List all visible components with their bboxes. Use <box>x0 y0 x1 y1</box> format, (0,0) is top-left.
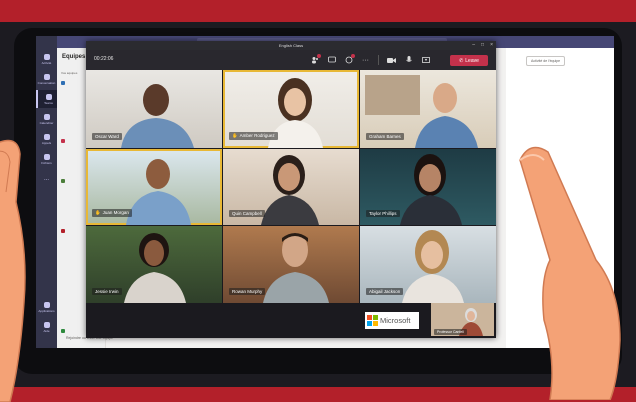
video-tile-speaking[interactable]: ✋ Amber Rodriguez <box>223 70 359 148</box>
participant-name-tag: Jessie Irwin <box>92 288 122 295</box>
rail-item-teams[interactable]: Teams <box>36 90 59 108</box>
maximize-icon[interactable]: □ <box>481 41 484 50</box>
participant-name-tag: Oscar Ward <box>92 133 122 140</box>
close-icon[interactable]: × <box>490 41 493 50</box>
video-grid: Oscar Ward ✋ Amber Rodriguez Graham Barne… <box>86 70 496 303</box>
background-red-band <box>0 0 636 22</box>
phone-icon: ✆ <box>459 57 464 64</box>
minimize-icon[interactable]: – <box>472 41 475 50</box>
raised-hand-icon: ✋ <box>95 210 101 215</box>
calendar-icon <box>43 113 50 120</box>
rail-item-activity[interactable]: Activité <box>36 50 57 68</box>
participant-name-tag: Rowan Murphy <box>229 288 266 295</box>
meeting-title: English Class <box>278 43 304 48</box>
mic-icon[interactable] <box>404 56 413 65</box>
video-tile[interactable]: Oscar Ward <box>86 70 222 148</box>
microsoft-logo: Microsoft <box>365 312 419 329</box>
camera-icon[interactable] <box>387 56 396 65</box>
right-hand-illustration <box>519 146 621 400</box>
video-tile[interactable]: Jessie Irwin <box>86 226 222 303</box>
rail-item-chat[interactable]: Conversation <box>36 70 57 88</box>
video-tile[interactable]: Rowan Murphy <box>223 226 359 303</box>
notification-badge <box>317 53 321 58</box>
video-tile[interactable]: Abigail Jackson <box>360 226 496 303</box>
video-tile-speaking[interactable]: ✋ Juan Morgan <box>86 149 222 225</box>
participant-name-tag: Abigail Jackson <box>366 288 404 295</box>
participant-name-tag: ✋ Amber Rodriguez <box>229 132 278 140</box>
toolbar-divider <box>378 55 379 65</box>
chat-icon[interactable] <box>327 56 336 65</box>
left-hand-illustration <box>0 139 26 402</box>
meeting-window: English Class – □ × 00:22:06 ··· ✆ Leave… <box>86 41 496 338</box>
panel-title: Equipes <box>62 54 86 60</box>
video-tile[interactable]: Graham Barnes <box>360 70 496 148</box>
self-view-tile[interactable]: Professor Cantell <box>431 303 494 336</box>
participant-name-tag: ✋ Juan Morgan <box>92 209 132 217</box>
participant-name-tag: Graham Barnes <box>366 133 404 140</box>
activity-icon <box>43 53 50 60</box>
team-avatar-icon <box>61 179 65 183</box>
reactions-icon[interactable] <box>344 53 355 65</box>
chat-icon <box>43 73 50 80</box>
team-activity-button[interactable]: Activité de l'équipe <box>526 56 566 66</box>
participant-name-tag: Quin Campbell <box>229 210 265 217</box>
rail-item-calendar[interactable]: Calendrier <box>36 110 57 128</box>
meeting-controls: ··· <box>310 53 430 65</box>
team-avatar-icon <box>61 229 65 233</box>
microsoft-squares-icon <box>367 315 378 326</box>
teams-icon <box>45 93 52 100</box>
raised-hand-icon: ✋ <box>232 133 238 138</box>
team-avatar-icon <box>61 81 65 85</box>
video-tile[interactable]: Taylor Phillips <box>360 149 496 225</box>
participants-icon[interactable] <box>310 53 321 65</box>
share-icon[interactable] <box>421 56 430 65</box>
team-avatar-icon <box>61 139 65 143</box>
more-icon[interactable]: ··· <box>361 56 370 65</box>
meeting-titlebar: English Class – □ × <box>86 41 496 50</box>
participant-name-tag: Taylor Phillips <box>366 210 400 217</box>
leave-button[interactable]: ✆ Leave <box>450 55 488 66</box>
video-tile[interactable]: Quin Campbell <box>223 149 359 225</box>
team-avatar-icon <box>61 329 65 333</box>
meeting-timer: 00:22:06 <box>94 56 114 62</box>
participant-name-tag: Professor Cantell <box>434 329 467 335</box>
meeting-toolbar: 00:22:06 ··· ✆ Leave <box>86 50 496 70</box>
window-controls: – □ × <box>472 41 493 50</box>
notification-badge <box>351 53 355 58</box>
